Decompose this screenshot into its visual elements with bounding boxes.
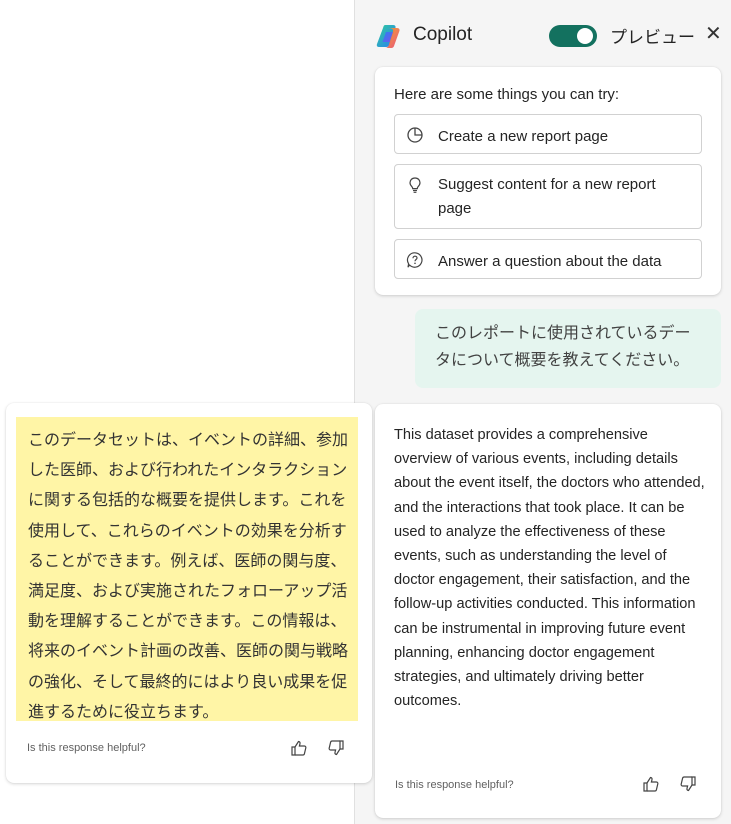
- thumbs-up-icon[interactable]: [642, 775, 660, 793]
- preview-label: プレビュー: [610, 28, 695, 47]
- feedback-prompt: Is this response helpful?: [395, 779, 514, 791]
- suggestion-answer-question-button[interactable]: Answer a question about the data: [394, 239, 702, 279]
- suggestion-label: Create a new report page: [438, 128, 609, 145]
- copilot-pane: Copilot プレビュー ✕ Here are some things you…: [354, 0, 731, 824]
- copilot-response-card: This dataset provides a comprehensive ov…: [375, 404, 721, 818]
- suggestion-label: Suggest content for a new report page: [438, 176, 656, 217]
- thumbs-down-icon[interactable]: [679, 775, 697, 793]
- feedback-prompt: Is this response helpful?: [27, 742, 146, 754]
- suggestions-heading: Here are some things you can try:: [394, 86, 620, 103]
- response-text: This dataset provides a comprehensive ov…: [394, 427, 705, 710]
- suggestions-card: Here are some things you can try: Create…: [375, 67, 721, 295]
- copilot-header: Copilot プレビュー ✕: [355, 0, 731, 66]
- user-message: このレポートに使用されているデータについて概要を教えてください。: [415, 309, 721, 388]
- close-icon[interactable]: ✕: [705, 21, 722, 46]
- translated-response-text: このデータセットは、イベントの詳細、参加した医師、および行われたインタラクション…: [16, 417, 358, 721]
- suggestion-create-report-page-button[interactable]: Create a new report page: [394, 114, 702, 154]
- lightbulb-icon: [409, 177, 421, 193]
- preview-toggle[interactable]: [549, 25, 597, 47]
- copilot-logo-icon: [376, 25, 400, 48]
- question-bubble-icon: [406, 252, 423, 268]
- translated-response-card: このデータセットは、イベントの詳細、参加した医師、および行われたインタラクション…: [6, 403, 372, 783]
- copilot-title: Copilot: [413, 24, 473, 45]
- suggestion-suggest-content-button[interactable]: Suggest content for a new report page: [394, 164, 702, 229]
- suggestion-label: Answer a question about the data: [438, 253, 662, 270]
- toggle-knob: [577, 28, 593, 44]
- thumbs-up-icon[interactable]: [290, 739, 308, 757]
- pie-chart-icon: [407, 127, 423, 143]
- thumbs-down-icon[interactable]: [327, 739, 345, 757]
